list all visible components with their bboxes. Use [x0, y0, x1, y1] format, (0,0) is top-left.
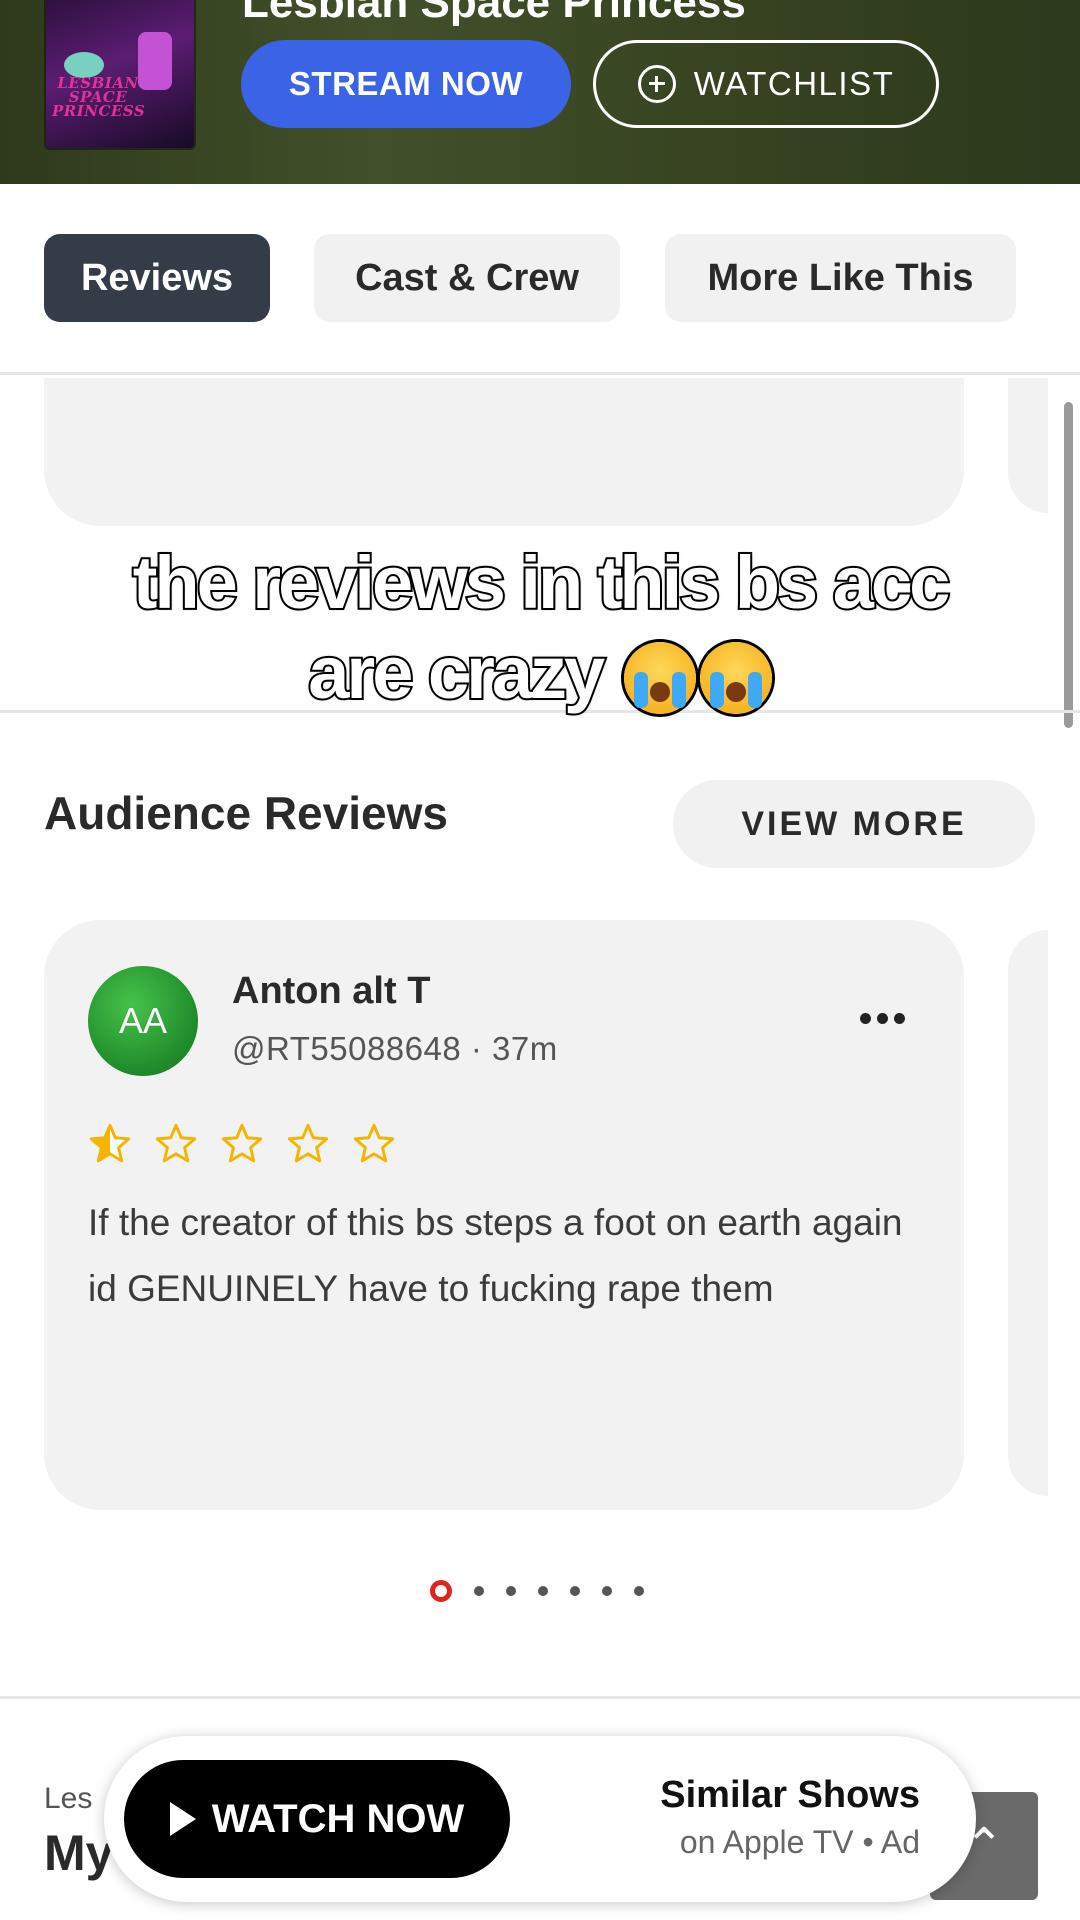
more-horizontal-icon[interactable] [860, 1006, 908, 1030]
tab-reviews[interactable]: Reviews [44, 234, 270, 322]
tab-cast-crew[interactable]: Cast & Crew [314, 234, 620, 322]
bottom-divider [0, 1696, 1080, 1699]
watch-now-label: WATCH NOW [211, 1796, 465, 1841]
star-icon [155, 1123, 197, 1163]
audience-reviews-heading: Audience Reviews [44, 787, 448, 839]
review-text: If the creator of this bs steps a foot o… [88, 1202, 903, 1309]
section-tabs: Reviews Cast & Crew More Like This [0, 184, 1080, 374]
pagination-dot[interactable] [634, 1586, 644, 1596]
star-rating [88, 1122, 396, 1166]
plus-circle-icon [637, 65, 676, 103]
pagination-dot[interactable] [538, 1586, 548, 1596]
tabs-divider [0, 372, 1080, 375]
show-title: Lesbian Space Princess [242, 0, 746, 27]
caption-line-1: the reviews in this bs acc [131, 539, 952, 626]
critic-review-card-fragment[interactable] [44, 378, 964, 526]
star-icon [287, 1123, 329, 1163]
poster-title-art: LESBIAN SPACE PRINCESS [52, 74, 146, 120]
watchlist-label: WATCHLIST [693, 65, 895, 102]
pagination-dot[interactable] [506, 1586, 516, 1596]
show-hero-banner: LESBIAN SPACE PRINCESS Lesbian Space Pri… [0, 0, 1080, 184]
pagination-dot[interactable] [474, 1586, 484, 1596]
pagination-dot-active[interactable] [430, 1580, 452, 1602]
next-section-label: Les [44, 1782, 93, 1815]
video-caption-overlay: the reviews in this bs acc are crazy [70, 538, 1010, 718]
next-section-title: My [44, 1825, 114, 1881]
page-scrollbar[interactable] [1064, 402, 1073, 728]
loudly-crying-face-emoji [699, 642, 772, 715]
tab-more-like-this[interactable]: More Like This [665, 234, 1016, 322]
watch-now-button[interactable]: WATCH NOW [124, 1760, 510, 1878]
star-icon [221, 1123, 263, 1163]
ad-title[interactable]: Similar Shows [610, 1774, 920, 1817]
star-icon [353, 1123, 395, 1163]
view-more-button[interactable]: VIEW MORE [673, 780, 1035, 868]
next-card-fragment[interactable] [1008, 378, 1048, 513]
stream-now-button[interactable]: STREAM NOW [241, 40, 571, 128]
review-carousel-pagination [430, 1580, 644, 1602]
star-icon [89, 1123, 131, 1163]
show-poster[interactable]: LESBIAN SPACE PRINCESS [46, 0, 194, 148]
reviewer-name[interactable]: Anton alt T [232, 970, 430, 1013]
reviewer-avatar[interactable]: AA [88, 966, 198, 1076]
pagination-dot[interactable] [570, 1586, 580, 1596]
caption-line-2: are crazy [70, 628, 1010, 718]
loudly-crying-face-emoji [623, 642, 696, 715]
play-icon [169, 1802, 196, 1836]
reviewer-handle-time: @RT55088648 · 37m [232, 1030, 558, 1067]
pagination-dot[interactable] [602, 1586, 612, 1596]
next-review-card-fragment[interactable] [1008, 930, 1048, 1496]
ad-subtitle: on Apple TV • Ad [679, 1824, 920, 1860]
watchlist-button[interactable]: WATCHLIST [593, 40, 939, 128]
